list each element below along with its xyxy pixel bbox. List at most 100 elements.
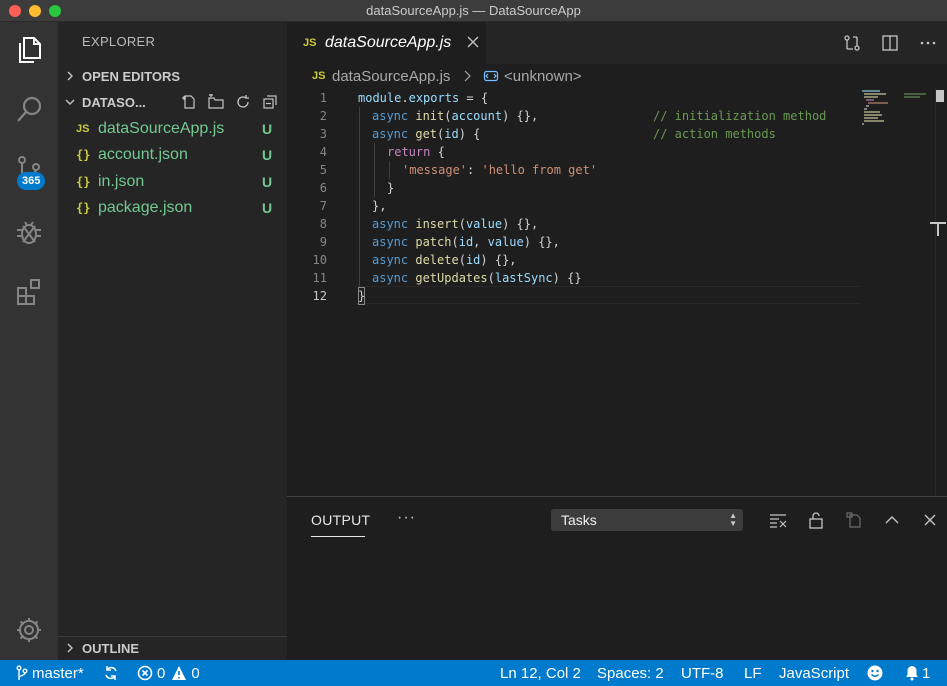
new-file-icon <box>182 95 195 109</box>
code-line: module.exports = { <box>358 89 488 107</box>
open-changes-button[interactable] <box>833 24 871 62</box>
notifications-button[interactable] <box>904 660 920 686</box>
token: = { <box>459 91 489 105</box>
code-line: async insert(value) {}, <box>372 215 538 233</box>
folder-label: DATASO... <box>82 94 146 110</box>
symbol-icon <box>483 70 499 82</box>
explorer-button[interactable] <box>9 30 49 70</box>
output-channel-select[interactable]: Tasks ▲ ▼ <box>551 509 743 531</box>
title-bar: dataSourceApp.js — DataSourceApp <box>0 0 947 22</box>
feedback-button[interactable] <box>867 660 883 686</box>
refresh-icon <box>237 95 249 108</box>
token: getUpdates <box>415 271 488 285</box>
clear-output-button[interactable] <box>759 507 797 533</box>
chevron-right-icon <box>58 643 82 653</box>
more-actions-button[interactable] <box>909 24 947 62</box>
line-number: 11 <box>312 271 327 285</box>
line-number: 7 <box>319 199 327 213</box>
line-number: 5 <box>319 163 327 177</box>
code-line: 'message': 'hello from get' <box>402 161 597 179</box>
js-file-icon: JS <box>312 70 326 82</box>
chevron-right-icon <box>464 70 471 82</box>
new-folder-button[interactable] <box>207 93 225 111</box>
git-branch-icon <box>16 665 28 680</box>
outline-section[interactable]: OUTLINE <box>58 636 287 660</box>
close-panel-button[interactable] <box>911 507 947 533</box>
token: ( <box>487 271 495 285</box>
indent-guide <box>359 107 360 287</box>
extensions-icon <box>17 279 40 305</box>
scrollbar-thumb[interactable] <box>936 90 944 102</box>
token: async <box>372 253 409 267</box>
token: get <box>415 127 438 141</box>
lock-scroll-button[interactable] <box>797 507 835 533</box>
tab-datasourceapp-js[interactable]: JS dataSourceApp.js <box>287 22 486 64</box>
encoding[interactable]: UTF-8 <box>681 660 724 686</box>
token: return <box>387 145 431 159</box>
extensions-button[interactable] <box>9 272 49 312</box>
json-file-icon: {} <box>76 148 91 162</box>
debug-button[interactable] <box>9 212 49 252</box>
code-line: async delete(id) {}, <box>372 251 517 269</box>
output-panel: OUTPUT ··· Tasks ▲ ▼ <box>287 496 947 660</box>
explorer-actions <box>180 93 279 111</box>
file-item[interactable]: {} in.json U <box>58 169 287 195</box>
token: async <box>372 127 409 141</box>
folder-section[interactable]: DATASO... <box>58 91 287 113</box>
token: id <box>458 235 474 249</box>
code-line: } <box>358 287 366 305</box>
split-editor-button[interactable] <box>871 24 909 62</box>
manage-button[interactable] <box>9 610 49 650</box>
debug-icon <box>17 221 41 244</box>
tab-output[interactable]: OUTPUT <box>311 512 370 528</box>
open-log-button[interactable] <box>835 507 873 533</box>
breadcrumb-symbol[interactable]: <unknown> <box>504 68 582 85</box>
sidebar-title: EXPLORER <box>82 34 156 49</box>
cursor-position[interactable]: Ln 12, Col 2 <box>500 660 581 686</box>
open-editors-label: OPEN EDITORS <box>82 68 181 84</box>
token: lastSync <box>494 271 553 285</box>
code-editor[interactable]: 1 2 3 4 5 6 7 8 9 10 11 12 module.export… <box>287 88 947 496</box>
refresh-button[interactable] <box>234 93 252 111</box>
problems-indicator[interactable]: 0 0 <box>137 660 200 686</box>
line-number: 10 <box>312 253 327 267</box>
token: module <box>358 91 402 105</box>
outline-header[interactable]: OUTLINE <box>58 637 287 659</box>
error-count: 0 <box>157 664 166 682</box>
indentation[interactable]: Spaces: 2 <box>597 660 664 686</box>
branch-indicator[interactable]: master* <box>16 660 84 686</box>
activity-bar: 365 <box>0 22 58 660</box>
search-button[interactable] <box>9 90 49 130</box>
panel-more-button[interactable]: ··· <box>397 509 416 527</box>
language-mode[interactable]: JavaScript <box>779 660 849 686</box>
end-of-line[interactable]: LF <box>744 660 762 686</box>
token: ( <box>444 109 452 123</box>
bell-icon <box>906 666 918 681</box>
file-item[interactable]: {} package.json U <box>58 195 287 221</box>
code-line: }, <box>372 197 386 215</box>
line-number: 2 <box>319 109 327 123</box>
file-item[interactable]: JS dataSourceApp.js U <box>58 116 287 142</box>
file-item[interactable]: {} account.json U <box>58 142 287 168</box>
token: delete <box>415 253 459 267</box>
token: : <box>467 163 482 177</box>
sync-button[interactable] <box>103 660 119 686</box>
smiley-icon <box>867 665 883 681</box>
breadcrumb-file[interactable]: dataSourceApp.js <box>332 68 450 85</box>
maximize-panel-button[interactable] <box>873 507 911 533</box>
new-file-button[interactable] <box>180 93 198 111</box>
vertical-scrollbar[interactable] <box>935 88 947 496</box>
token: } <box>387 181 395 195</box>
open-editors-section[interactable]: OPEN EDITORS <box>58 65 287 87</box>
tab-label: dataSourceApp.js <box>325 34 452 51</box>
close-icon[interactable] <box>465 34 481 50</box>
git-status-untracked: U <box>262 121 273 137</box>
line-number: 6 <box>319 181 327 195</box>
collapse-all-button[interactable] <box>261 93 279 111</box>
token: ) {}, <box>502 109 539 123</box>
code-line: async get(id) { <box>372 125 480 143</box>
minimap[interactable] <box>860 88 935 496</box>
source-control-badge: 365 <box>17 172 46 190</box>
token: }, <box>372 199 387 213</box>
token: 'hello from get' <box>481 163 598 177</box>
